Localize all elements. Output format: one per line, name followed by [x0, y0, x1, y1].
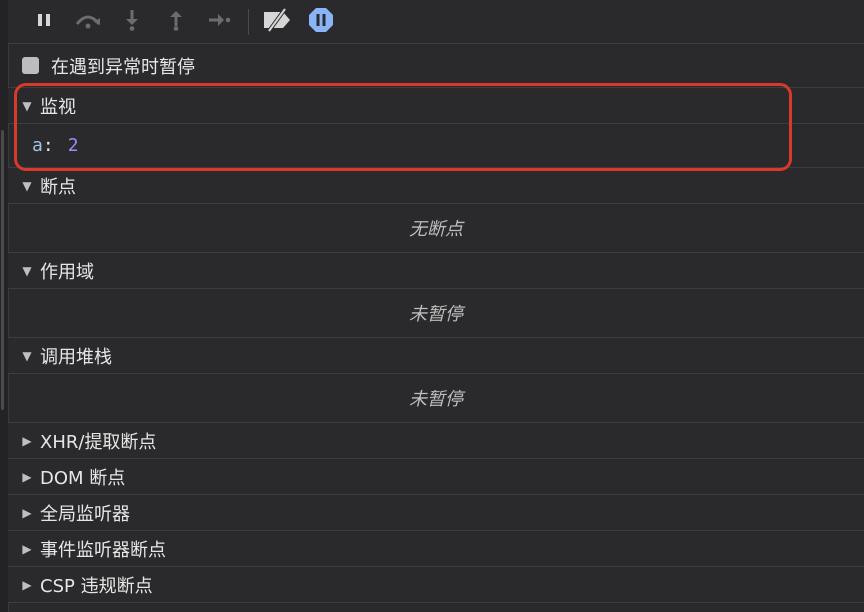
expanded-triangle-icon: ▼: [22, 348, 32, 363]
pause-on-exception-label: 在遇到异常时暂停: [51, 56, 195, 78]
watch-expression-colon: :: [42, 135, 54, 156]
scope-section-header[interactable]: ▼ 作用域: [8, 253, 864, 289]
pause-on-exceptions-icon: [308, 7, 334, 37]
collapsed-triangle-icon: ▶: [22, 505, 32, 520]
watch-expression-row[interactable]: a : 2: [8, 124, 864, 168]
deactivate-breakpoints-icon: [261, 7, 293, 36]
dom-breakpoints-section-header[interactable]: ▶ DOM 断点: [8, 459, 864, 495]
scope-empty: 未暂停: [8, 289, 864, 338]
global-listeners-title: 全局监听器: [40, 503, 130, 525]
collapsed-triangle-icon: ▶: [22, 541, 32, 556]
global-listeners-section-header[interactable]: ▶ 全局监听器: [8, 495, 864, 531]
step-into-icon: [124, 9, 140, 35]
pause-on-exception-checkbox[interactable]: [22, 57, 39, 74]
pause-on-exception-row[interactable]: 在遇到异常时暂停: [8, 44, 864, 88]
breakpoints-empty-text: 无断点: [409, 219, 463, 240]
call-stack-title: 调用堆栈: [40, 346, 112, 368]
expanded-triangle-icon: ▼: [22, 178, 32, 193]
csp-breakpoints-title: CSP 违规断点: [40, 575, 153, 597]
watch-title: 监视: [40, 96, 76, 118]
breakpoints-title: 断点: [40, 176, 76, 198]
scope-title: 作用域: [40, 261, 94, 283]
watch-expression-name: a: [32, 135, 43, 156]
expanded-triangle-icon: ▼: [22, 98, 32, 113]
step-button[interactable]: [198, 0, 242, 44]
breakpoints-section-header[interactable]: ▼ 断点: [8, 168, 864, 204]
toolbar-divider: [248, 8, 249, 35]
pause-on-exceptions-button[interactable]: [299, 0, 343, 44]
call-stack-empty-text: 未暂停: [409, 389, 463, 410]
watch-expression-value: 2: [67, 135, 79, 156]
step-over-button[interactable]: [66, 0, 110, 44]
collapsed-triangle-icon: ▶: [22, 469, 32, 484]
csp-breakpoints-section-header[interactable]: ▶ CSP 违规断点: [8, 567, 864, 603]
step-out-button[interactable]: [154, 0, 198, 44]
collapsed-triangle-icon: ▶: [22, 577, 32, 592]
xhr-breakpoints-section-header[interactable]: ▶ XHR/提取断点: [8, 423, 864, 459]
xhr-breakpoints-title: XHR/提取断点: [40, 431, 157, 453]
call-stack-section-header[interactable]: ▼ 调用堆栈: [8, 338, 864, 374]
event-listener-breakpoints-title: 事件监听器断点: [40, 539, 166, 561]
watch-section-header[interactable]: ▼ 监视: [8, 88, 864, 124]
scope-empty-text: 未暂停: [409, 304, 463, 325]
deactivate-breakpoints-button[interactable]: [255, 0, 299, 44]
scrollbar[interactable]: [1, 130, 4, 410]
collapsed-triangle-icon: ▶: [22, 433, 32, 448]
step-icon: [208, 12, 232, 32]
breakpoints-empty: 无断点: [8, 204, 864, 253]
step-over-icon: [73, 10, 103, 34]
event-listener-breakpoints-section-header[interactable]: ▶ 事件监听器断点: [8, 531, 864, 567]
debugger-sidebar: 在遇到异常时暂停 ▼ 监视 a : 2 ▼ 断点 无断点 ▼ 作用域 未暂停 ▼…: [8, 0, 864, 612]
pause-button[interactable]: [22, 0, 66, 44]
step-out-icon: [168, 9, 184, 35]
call-stack-empty: 未暂停: [8, 374, 864, 423]
step-into-button[interactable]: [110, 0, 154, 44]
expanded-triangle-icon: ▼: [22, 263, 32, 278]
dom-breakpoints-title: DOM 断点: [40, 467, 126, 489]
pause-icon: [36, 12, 52, 32]
debugger-toolbar: [8, 0, 864, 44]
